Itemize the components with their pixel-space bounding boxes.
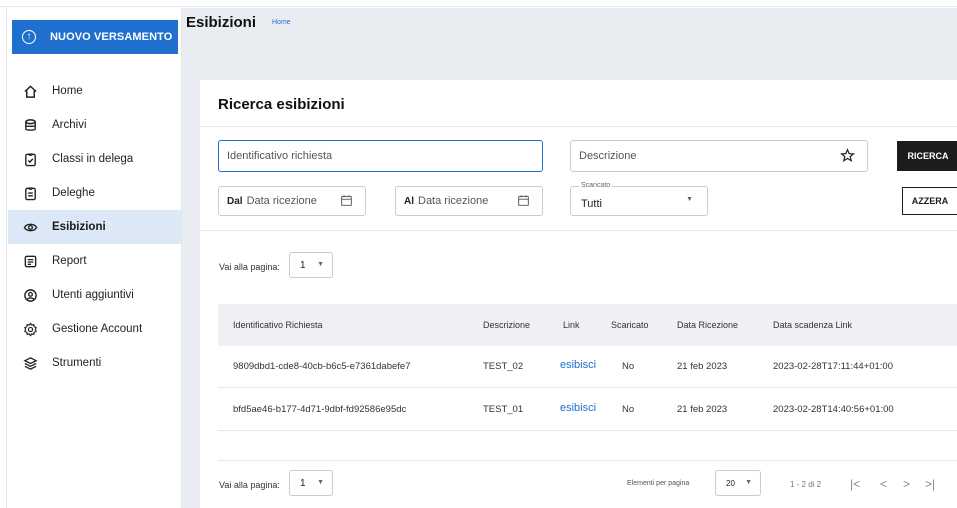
- window-top-edge: [0, 0, 957, 7]
- goto-page-value: 1: [300, 259, 306, 271]
- table-row[interactable]: 9809dbd1-cde8-40cb-b6c5-e7361dabefe7 TES…: [218, 346, 957, 388]
- downloaded-value: Tutti: [581, 198, 602, 210]
- calendar-icon[interactable]: [517, 194, 530, 210]
- cell-request-id: 9809dbd1-cde8-40cb-b6c5-e7361dabefe7: [233, 361, 411, 372]
- sidebar-item-label: Archivi: [52, 119, 87, 131]
- section-divider: [200, 126, 957, 127]
- calendar-icon[interactable]: [340, 194, 353, 210]
- request-id-placeholder: Identificativo richiesta: [227, 150, 333, 162]
- report-icon: [22, 253, 38, 269]
- page-title: Esibizioni: [186, 14, 257, 31]
- cell-link-expiry: 2023-02-28T17:11:44+01:00: [773, 361, 893, 372]
- sidebar-nav: Home Archivi Classi in delega Deleghe Es…: [8, 74, 182, 380]
- table-row[interactable]: bfd5ae46-b177-4d71-9dbf-fd92586e95dc TES…: [218, 389, 957, 431]
- sidebar: ↑ NUOVO VERSAMENTO Home Archivi Classi i…: [8, 8, 182, 508]
- sidebar-item-strumenti[interactable]: Strumenti: [8, 346, 182, 380]
- description-placeholder: Descrizione: [579, 150, 637, 162]
- cell-link-expiry: 2023-02-28T14:40:56+01:00: [773, 404, 894, 415]
- column-header[interactable]: Data Ricezione: [677, 320, 738, 330]
- items-per-page-select[interactable]: 20 ▼: [715, 470, 761, 496]
- new-deposit-label: NUOVO VERSAMENTO: [50, 31, 173, 43]
- goto-page-select[interactable]: 1 ▼: [289, 470, 333, 496]
- next-page-icon[interactable]: >: [903, 477, 910, 491]
- arrow-up-circle-icon: ↑: [22, 30, 36, 44]
- downloaded-label: Scaricato: [579, 182, 613, 189]
- column-header[interactable]: Scaricato: [611, 320, 649, 330]
- cell-downloaded: No: [622, 404, 635, 415]
- date-from-prefix: Dal: [227, 195, 243, 207]
- cell-request-id: bfd5ae46-b177-4d71-9dbf-fd92586e95dc: [233, 404, 407, 415]
- date-to-placeholder: Data ricezione: [418, 195, 489, 207]
- new-deposit-button[interactable]: ↑ NUOVO VERSAMENTO: [12, 20, 178, 54]
- sidebar-item-label: Deleghe: [52, 187, 95, 199]
- search-section-title: Ricerca esibizioni: [218, 96, 345, 113]
- clipboard-list-icon: [22, 185, 38, 201]
- window-left-edge: [0, 7, 7, 508]
- sidebar-item-label: Gestione Account: [52, 323, 143, 335]
- chevron-down-icon: ▼: [317, 261, 324, 268]
- previous-page-icon[interactable]: <: [880, 477, 887, 491]
- gear-icon: [22, 321, 38, 337]
- column-header[interactable]: Data scadenza Link: [773, 320, 852, 330]
- sidebar-item-label: Strumenti: [52, 357, 102, 369]
- sidebar-item-archivi[interactable]: Archivi: [8, 108, 182, 142]
- sidebar-item-home[interactable]: Home: [8, 74, 182, 108]
- page-header: Esibizioni Home: [182, 8, 957, 64]
- sidebar-item-utenti-aggiuntivi[interactable]: Utenti aggiuntivi: [8, 278, 182, 312]
- search-button[interactable]: RICERCA: [897, 141, 957, 171]
- first-page-icon[interactable]: |<: [850, 477, 860, 491]
- cell-received-date: 21 feb 2023: [677, 361, 728, 372]
- last-page-icon[interactable]: >|: [925, 477, 935, 491]
- column-header[interactable]: Identificativo Richiesta: [233, 320, 323, 330]
- database-icon: [22, 117, 38, 133]
- sidebar-item-classi-in-delega[interactable]: Classi in delega: [8, 142, 182, 176]
- date-from-input[interactable]: Dal Data ricezione: [218, 186, 366, 216]
- items-per-page-value: 20: [726, 478, 735, 488]
- goto-page-label: Vai alla pagina:: [219, 480, 280, 490]
- reset-button[interactable]: AZZERA: [902, 187, 957, 215]
- sidebar-item-gestione-account[interactable]: Gestione Account: [8, 312, 182, 346]
- cell-description: TEST_01: [483, 404, 524, 415]
- sidebar-item-label: Classi in delega: [52, 153, 134, 165]
- downloaded-select[interactable]: Scaricato Tutti ▼: [570, 182, 708, 216]
- sidebar-item-report[interactable]: Report: [8, 244, 182, 278]
- goto-page-label: Vai alla pagina:: [219, 262, 280, 272]
- user-circle-icon: [22, 287, 38, 303]
- home-icon: [22, 83, 38, 99]
- table-header: Identificativo Richiesta Descrizione Lin…: [218, 304, 957, 346]
- cell-downloaded: No: [622, 361, 635, 372]
- sidebar-item-label: Home: [52, 85, 83, 97]
- chevron-down-icon: ▼: [686, 196, 693, 203]
- column-header[interactable]: Descrizione: [483, 320, 530, 330]
- date-from-placeholder: Data ricezione: [246, 195, 317, 207]
- sidebar-item-label: Report: [52, 255, 87, 267]
- request-id-input[interactable]: Identificativo richiesta: [218, 140, 543, 172]
- section-divider: [200, 230, 957, 231]
- sidebar-item-deleghe[interactable]: Deleghe: [8, 176, 182, 210]
- sidebar-item-label: Esibizioni: [52, 221, 106, 233]
- exhibit-link[interactable]: esibisci: [560, 359, 596, 371]
- section-divider: [218, 460, 957, 461]
- date-to-prefix: Al: [404, 195, 414, 207]
- star-icon[interactable]: [840, 148, 855, 166]
- layers-icon: [22, 355, 38, 371]
- cell-description: TEST_02: [483, 361, 524, 372]
- breadcrumb-home[interactable]: Home: [272, 19, 291, 26]
- goto-page-select[interactable]: 1 ▼: [289, 252, 333, 278]
- chevron-down-icon: ▼: [317, 479, 324, 486]
- date-to-input[interactable]: Al Data ricezione: [395, 186, 543, 216]
- sidebar-item-label: Utenti aggiuntivi: [52, 289, 134, 301]
- chevron-down-icon: ▼: [745, 479, 752, 486]
- cell-received-date: 21 feb 2023: [677, 404, 728, 415]
- sidebar-item-esibizioni[interactable]: Esibizioni: [8, 210, 182, 244]
- items-per-page-label: Elementi per pagina: [627, 480, 690, 487]
- eye-icon: [22, 219, 38, 235]
- description-input[interactable]: Descrizione: [570, 140, 868, 172]
- exhibit-link[interactable]: esibisci: [560, 402, 596, 414]
- column-header[interactable]: Link: [563, 320, 580, 330]
- clipboard-check-icon: [22, 151, 38, 167]
- goto-page-value: 1: [300, 477, 306, 489]
- pagination-range: 1 - 2 di 2: [790, 480, 822, 489]
